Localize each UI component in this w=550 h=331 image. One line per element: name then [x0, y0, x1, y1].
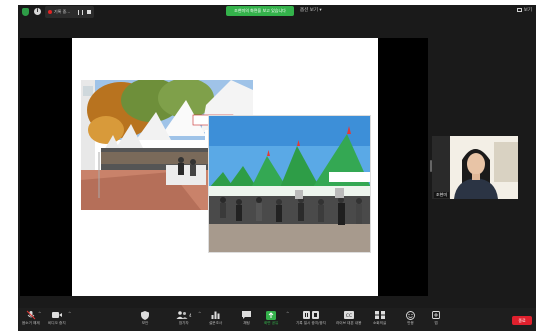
reactions-icon — [406, 310, 415, 320]
chat-button[interactable]: 채팅 — [242, 310, 251, 326]
festival-photo-green-tents — [208, 115, 371, 253]
fullscreen-label: 보기 — [523, 8, 532, 13]
chat-icon — [242, 310, 251, 320]
breakout-icon — [374, 310, 385, 320]
shared-screen — [20, 38, 428, 296]
participant-count: 4 — [189, 312, 192, 318]
participant-video-tile[interactable]: 조현미 — [432, 136, 518, 199]
reactions-label: 반응 — [407, 321, 414, 325]
security-button[interactable]: 보안 — [141, 310, 149, 326]
svg-text:CC: CC — [346, 313, 352, 319]
mic-muted-icon — [26, 310, 36, 320]
live-transcript-label: 라이브 대본 내용 — [336, 321, 362, 325]
participants-button[interactable]: 4 참가자 — [176, 310, 192, 326]
record-pause-icon — [302, 310, 319, 320]
record-pause-stop-label: 기록 일시 중지/중지 — [296, 321, 326, 325]
recording-dot-icon — [48, 10, 52, 14]
record-pause-stop-button[interactable]: 기록 일시 중지/중지 — [296, 310, 326, 326]
participant-name: 조현미 — [434, 192, 450, 198]
reactions-button[interactable]: 반응 — [406, 310, 415, 326]
presentation-slide — [72, 38, 378, 296]
cc-icon: CC — [343, 310, 354, 320]
fullscreen-icon — [516, 8, 522, 12]
chat-label: 채팅 — [243, 321, 250, 325]
security-label: 보안 — [141, 321, 149, 325]
apps-label: 앱 — [434, 321, 438, 325]
polls-button[interactable]: 설문조사 — [209, 310, 222, 326]
participants-icon: 4 — [176, 310, 192, 320]
stop-video-button[interactable]: 비디오 중지 — [48, 310, 66, 326]
share-options-caret[interactable]: ^ — [286, 311, 289, 316]
apps-icon — [432, 310, 440, 320]
participants-options-caret[interactable]: ^ — [198, 311, 201, 316]
zoom-meeting-window: i 기록 중... 조현미의 화면을 보고 있습니다 옵션 보기 ▾ 보기 조현… — [18, 5, 536, 331]
breakout-rooms-button[interactable]: 소회의실 — [373, 310, 386, 326]
recording-label: 기록 중... — [54, 9, 71, 14]
participant-video-feed — [432, 136, 518, 199]
info-icon[interactable]: i — [34, 8, 41, 15]
breakout-rooms-label: 소회의실 — [373, 321, 387, 325]
apps-button[interactable]: 앱 — [432, 310, 440, 326]
top-bar: i 기록 중... 조현미의 화면을 보고 있습니다 옵션 보기 ▾ 보기 — [18, 5, 536, 19]
recording-indicator: 기록 중... — [45, 6, 95, 18]
stop-icon[interactable] — [87, 10, 92, 14]
view-options-label: 옵션 보기 — [300, 8, 318, 13]
pause-icon[interactable] — [78, 9, 84, 15]
share-screen-label: 화면 공유 — [264, 321, 279, 325]
share-screen-icon — [266, 310, 277, 320]
security-shield-icon[interactable] — [22, 8, 29, 16]
screen-share-banner[interactable]: 조현미의 화면을 보고 있습니다 — [226, 6, 294, 16]
polls-label: 설문조사 — [209, 321, 223, 325]
video-icon — [51, 310, 62, 320]
meeting-toolbar: 음소거 해제 ^ 비디오 중지 ^ 보안 4 참가자 ^ 설문조사 채팅 화면 … — [18, 308, 536, 331]
view-options-menu[interactable]: 옵션 보기 ▾ — [300, 7, 322, 13]
live-transcript-button[interactable]: CC 라이브 대본 내용 — [336, 310, 361, 326]
video-options-caret[interactable]: ^ — [68, 311, 71, 316]
mute-label: 음소거 해제 — [22, 321, 40, 325]
share-screen-button[interactable]: 화면 공유 — [264, 310, 278, 326]
stop-video-label: 비디오 중지 — [48, 321, 66, 325]
shield-icon — [141, 310, 149, 320]
mute-options-caret[interactable]: ^ — [38, 311, 41, 316]
end-meeting-button[interactable]: 종료 — [512, 316, 532, 325]
fullscreen-button[interactable]: 보기 — [516, 7, 532, 13]
poll-icon — [211, 310, 220, 320]
participants-label: 참가자 — [178, 321, 189, 325]
